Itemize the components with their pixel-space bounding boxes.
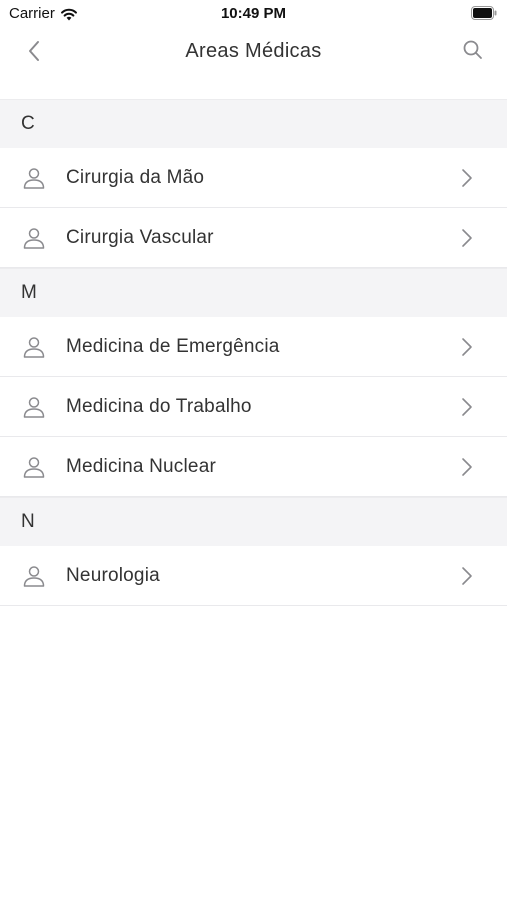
person-icon (23, 337, 45, 358)
status-time: 10:49 PM (220, 5, 287, 22)
section-letter: N (21, 511, 35, 532)
list-item-label: Medicina Nuclear (66, 455, 216, 477)
chevron-right-icon (462, 398, 472, 416)
person-icon (23, 168, 45, 189)
search-icon[interactable] (461, 38, 485, 62)
person-icon (23, 228, 45, 249)
list-item-cirurgia-vascular[interactable]: Cirurgia Vascular (0, 208, 507, 268)
chevron-right-icon (462, 458, 472, 476)
chevron-right-icon (462, 229, 472, 247)
chevron-right-icon (462, 169, 472, 187)
section-header-c: C (0, 99, 507, 148)
navigation-bar: Areas Médicas (0, 28, 507, 76)
person-icon (23, 566, 45, 587)
list-item-neurologia[interactable]: Neurologia (0, 546, 507, 606)
chevron-right-icon (462, 338, 472, 356)
list-item-cirurgia-da-mao[interactable]: Cirurgia da Mão (0, 148, 507, 208)
list-item-medicina-nuclear[interactable]: Medicina Nuclear (0, 437, 507, 497)
battery-icon (471, 6, 497, 20)
list-item-label: Medicina de Emergência (66, 335, 280, 357)
status-bar: Carrier 10:49 PM (0, 0, 507, 28)
section-letter: C (21, 113, 35, 134)
list-item-medicina-de-emergencia[interactable]: Medicina de Emergência (0, 317, 507, 377)
section-header-n: N (0, 497, 507, 546)
section-header-m: M (0, 268, 507, 317)
list-item-medicina-do-trabalho[interactable]: Medicina do Trabalho (0, 377, 507, 437)
specialties-list: C Cirurgia da Mão Cirurgia Vascular M Me… (0, 99, 507, 606)
page-title: Areas Médicas (185, 40, 322, 62)
list-item-label: Medicina do Trabalho (66, 395, 252, 417)
list-item-label: Cirurgia Vascular (66, 226, 214, 248)
section-letter: M (21, 282, 37, 303)
list-item-label: Neurologia (66, 564, 160, 586)
person-icon (23, 397, 45, 418)
list-item-label: Cirurgia da Mão (66, 166, 205, 188)
person-icon (23, 457, 45, 478)
chevron-right-icon (462, 567, 472, 585)
